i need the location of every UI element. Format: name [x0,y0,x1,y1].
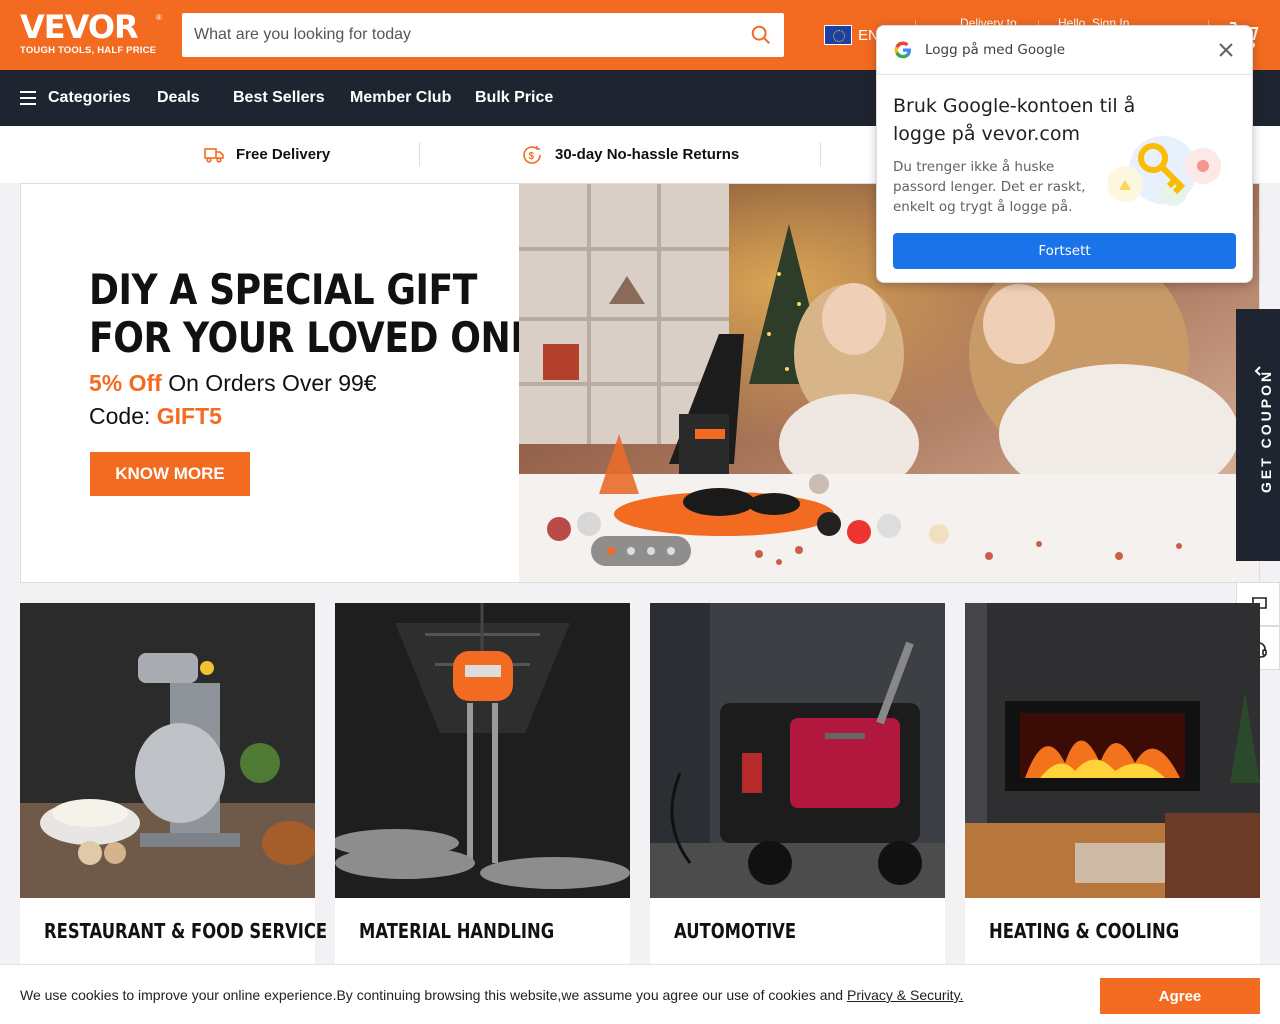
category-image [965,603,1260,898]
coupon-label: GET COUPON [1258,368,1274,493]
benefit-divider [820,142,821,166]
know-more-button[interactable]: KNOW MORE [90,452,250,496]
popup-header: Logg på med Google [877,26,1252,75]
google-logo-icon [894,41,911,59]
close-icon[interactable] [1216,40,1236,60]
agree-button[interactable]: Agree [1100,978,1260,1014]
privacy-link[interactable]: Privacy & Security. [847,987,963,1003]
popup-body: Du trenger ikke å huske passord lenger. … [893,159,1086,215]
cookie-message: We use cookies to improve your online ex… [20,987,847,1003]
category-title: RESTAURANT & FOOD SERVICE [44,919,328,943]
cookie-banner: We use cookies to improve your online ex… [0,964,1280,1024]
hero-offer: 5% Off On Orders Over 99€ [89,370,509,397]
menu-icon[interactable] [20,91,36,105]
carousel-dot[interactable] [647,547,655,555]
search-input[interactable] [182,13,722,57]
hero-text-block: DIY A SPECIAL GIFT FOR YOUR LOVED ONES 5… [89,265,561,430]
category-image [650,603,945,898]
category-title: HEATING & COOLING [989,919,1180,943]
hero-code: Code: GIFT5 [89,403,509,430]
code-value: GIFT5 [156,403,222,429]
benefit-label: Free Delivery [236,146,331,163]
offer-highlight: 5% Off [89,370,162,396]
category-image [20,603,318,898]
nav-categories[interactable]: Categories [48,70,131,126]
cookie-text: We use cookies to improve your online ex… [20,987,963,1003]
carousel-dots [591,536,691,566]
vevor-logo[interactable]: VEVOR ® TOUGH TOOLS, HALF PRICE [20,8,162,57]
logo-tagline: TOUGH TOOLS, HALF PRICE [20,45,157,56]
search-icon[interactable] [750,24,772,46]
carousel-dot[interactable] [607,547,615,555]
carousel-dot[interactable] [627,547,635,555]
truck-icon [204,147,224,163]
popup-header-text: Logg på med Google [925,42,1066,58]
category-title: AUTOMOTIVE [674,919,797,943]
category-card[interactable]: MATERIAL HANDLING [331,603,630,983]
nav-best-sellers[interactable]: Best Sellers [233,70,325,126]
benefit-free-delivery[interactable]: Free Delivery [204,126,330,183]
eu-flag-icon [824,25,852,45]
logo-text: VEVOR [20,8,139,46]
category-card[interactable]: HEATING & COOLING [965,603,1260,983]
search-bar [182,13,784,57]
language-selector[interactable]: EN [824,24,879,46]
hero-title-line2: FOR YOUR LOVED ONES [89,313,561,362]
continue-button[interactable]: Fortsett [893,233,1236,269]
code-label: Code: [89,403,157,429]
category-card[interactable]: AUTOMOTIVE [650,603,945,983]
nav-bulk-price[interactable]: Bulk Price [475,70,553,126]
category-title: MATERIAL HANDLING [359,919,555,943]
get-coupon-tab[interactable]: GET COUPON [1236,309,1280,561]
benefit-returns[interactable]: $ 30-day No-hassle Returns [521,126,739,183]
benefit-divider [419,142,420,166]
nav-member-club[interactable]: Member Club [350,70,451,126]
category-image [331,603,630,898]
key-illustration-icon [1107,136,1221,206]
offer-rest: On Orders Over 99€ [161,370,377,396]
category-card[interactable]: RESTAURANT & FOOD SERVICE [20,603,327,983]
google-signin-popup: Logg på med Google Bruk Google-kontoen t… [876,25,1253,283]
return-money-icon: $ [523,145,541,164]
carousel-dot[interactable] [667,547,675,555]
svg-text:$: $ [529,151,535,162]
hero-title-line1: DIY A SPECIAL GIFT [89,265,477,314]
benefit-label: 30-day No-hassle Returns [555,146,740,163]
nav-deals[interactable]: Deals [157,70,200,126]
